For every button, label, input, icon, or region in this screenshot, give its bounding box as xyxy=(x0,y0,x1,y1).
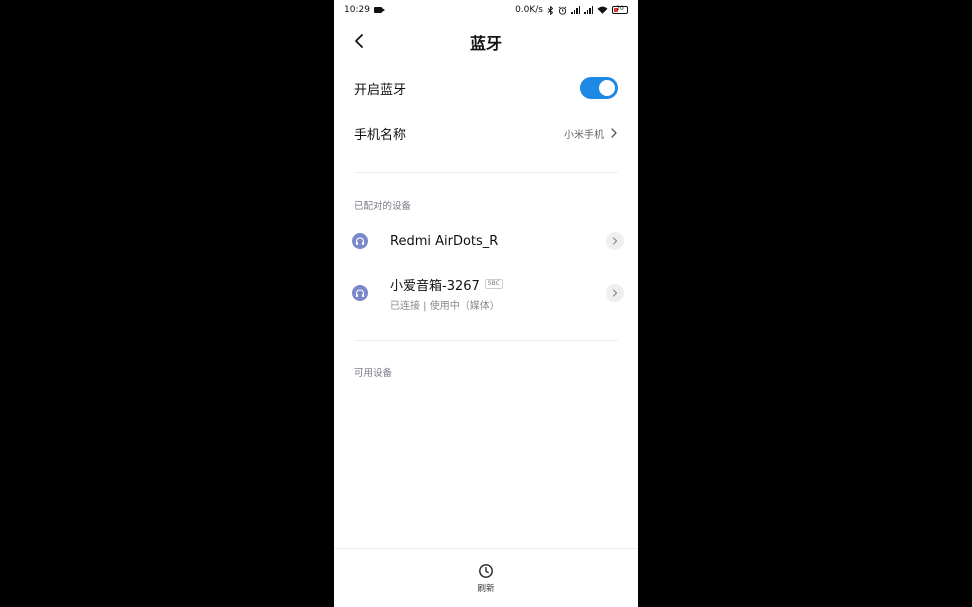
alarm-icon xyxy=(558,6,567,15)
page-header: 蓝牙 xyxy=(334,20,638,64)
bluetooth-toggle[interactable] xyxy=(580,77,618,99)
status-bar: 10:29 0.0K/s 20 xyxy=(334,0,638,20)
device-name-label: 手机名称 xyxy=(354,127,407,143)
video-camera-icon xyxy=(373,7,385,13)
codec-badge: SBC xyxy=(484,279,503,289)
device-details-button[interactable] xyxy=(606,232,624,250)
headphones-icon xyxy=(352,233,368,249)
bottom-bar: 刷新 xyxy=(334,548,638,607)
available-devices-header: 可用设备 xyxy=(354,368,393,379)
device-name-row[interactable]: 手机名称 小米手机 xyxy=(354,122,618,144)
device-name: 小爱音箱-3267 SBC xyxy=(390,275,606,294)
status-left: 10:29 xyxy=(344,5,385,15)
phone-screen: 10:29 0.0K/s 20 蓝牙 开启蓝牙 手机名称 小米手机 已配对的设备… xyxy=(334,0,638,607)
status-time: 10:29 xyxy=(344,5,370,15)
device-name-value: 小米手机 xyxy=(564,129,604,141)
device-text: Redmi AirDots_R xyxy=(390,234,606,249)
refresh-clock-icon xyxy=(479,563,493,578)
divider xyxy=(354,172,618,173)
status-right: 0.0K/s 20 xyxy=(515,5,628,15)
device-text: 小爱音箱-3267 SBC 已连接 | 使用中（媒体） xyxy=(390,275,606,312)
paired-devices-header: 已配对的设备 xyxy=(354,201,412,212)
bluetooth-icon xyxy=(547,5,554,15)
battery-level: 20 xyxy=(616,5,624,12)
device-status: 已连接 | 使用中（媒体） xyxy=(390,300,500,312)
page-title: 蓝牙 xyxy=(469,34,502,53)
battery-icon: 20 xyxy=(612,5,628,14)
signal-icon xyxy=(584,6,593,14)
signal-icon xyxy=(571,6,580,14)
chevron-right-icon xyxy=(611,128,617,138)
headphones-icon xyxy=(352,285,368,301)
device-name-value-wrap: 小米手机 xyxy=(564,126,618,141)
device-name-text: Redmi AirDots_R xyxy=(390,233,499,249)
divider xyxy=(354,340,618,341)
back-chevron-icon[interactable] xyxy=(352,33,368,49)
refresh-label: 刷新 xyxy=(477,583,495,594)
network-speed: 0.0K/s xyxy=(515,5,543,15)
toggle-knob xyxy=(599,80,615,96)
device-name-text: 小爱音箱-3267 xyxy=(390,278,480,294)
bluetooth-toggle-label: 开启蓝牙 xyxy=(354,82,407,98)
bluetooth-toggle-row[interactable]: 开启蓝牙 xyxy=(354,76,618,100)
device-details-button[interactable] xyxy=(606,284,624,302)
wifi-icon xyxy=(597,6,608,14)
paired-device-airdots[interactable]: Redmi AirDots_R xyxy=(352,230,624,252)
paired-device-xiaoai-speaker[interactable]: 小爱音箱-3267 SBC 已连接 | 使用中（媒体） xyxy=(352,275,624,312)
refresh-button[interactable]: 刷新 xyxy=(477,563,495,594)
device-name: Redmi AirDots_R xyxy=(390,234,606,249)
